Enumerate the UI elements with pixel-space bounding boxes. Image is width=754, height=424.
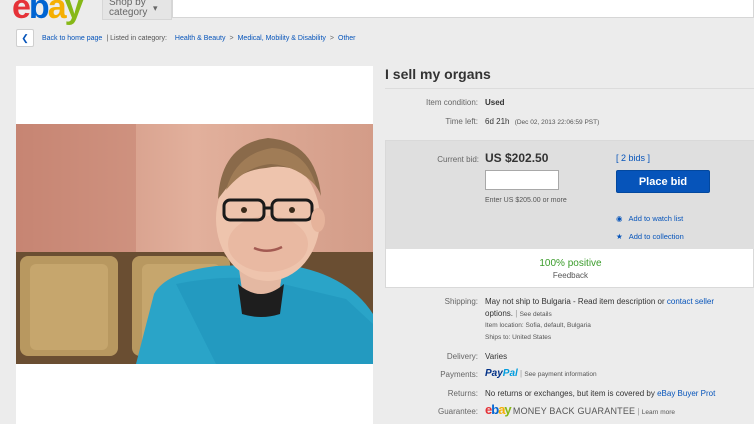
ebay-logo[interactable]: ebay [12,0,84,26]
returns-text: No returns or exchanges, but item is cov… [485,389,655,398]
feedback-label: Feedback [552,271,589,280]
paypal-logo-pay: Pay [485,368,503,379]
bid-box-top: Current bid: US $202.50 [ 2 bids ] Place… [386,141,754,249]
logo-letter-e: e [12,0,31,26]
breadcrumb-separator: > [329,34,334,42]
shipping-text: May not ship to Bulgaria - Read item des… [485,297,665,306]
returns-row: No returns or exchanges, but item is cov… [485,389,715,398]
logo-letter-b: b [28,0,50,26]
money-back-guarantee: MONEY BACK GUARANTEE [512,406,636,416]
see-details-link[interactable]: See details [520,311,552,318]
bid-amount-input[interactable] [485,170,559,190]
item-image-panel [16,66,373,424]
item-condition-label: Item condition: [425,98,478,107]
positive-feedback[interactable]: 100% positive [386,258,754,269]
contact-seller-link[interactable]: contact seller [667,297,714,306]
enter-amount-note: Enter US $205.00 or more [485,197,567,204]
breadcrumb-item-other[interactable]: Other [338,35,356,42]
add-to-collection-label: Add to collection [628,232,684,241]
time-left-date: (Dec 02, 2013 22:06:59 PST) [514,119,600,126]
logo-letter-y: y [64,0,84,26]
shipping-label: Shipping: [444,297,478,306]
paypal-logo: PayPal [485,368,518,379]
shop-by-category-button[interactable]: Shop by category ▾ [102,0,172,20]
current-bid-value: US $202.50 [485,151,549,165]
breadcrumb-item-health-beauty[interactable]: Health & Beauty [175,35,226,42]
returns-label: Returns: [447,389,478,398]
guarantee-row: ebay MONEY BACK GUARANTEE | Learn more [485,402,676,417]
guarantee-label: Guarantee: [437,407,478,416]
paypal-logo-pal: Pal [502,368,518,379]
item-title: I sell my organs [385,66,491,82]
logo-letter-a: a [47,0,67,26]
mini-logo-y: y [504,402,511,417]
buyer-protection-link[interactable]: eBay Buyer Prot [657,389,715,398]
learn-more-link[interactable]: Learn more [642,409,675,416]
shop-by-category-label: Shop by category [109,0,148,18]
ships-to: Ships to: United States [485,334,552,341]
add-to-watch-list-link[interactable]: ◉ Add to watch list [616,214,683,223]
divider [385,88,754,89]
payments-label: Payments: [440,370,478,379]
search-input[interactable] [172,0,754,18]
delivery-value: Varies [485,352,508,361]
listed-in-label: | Listed in category: [106,34,167,42]
item-condition-value: Used [485,98,505,107]
delivery-label: Delivery: [446,352,478,361]
chevron-down-icon: ▾ [153,3,158,13]
payments-row: PayPal | See payment information [485,368,597,379]
item-photo-illustration [16,124,373,364]
bids-count-link[interactable]: [ 2 bids ] [616,153,650,163]
back-to-home-link[interactable]: Back to home page [42,35,102,42]
add-to-collection-link[interactable]: ★ Add to collection [616,232,684,241]
star-icon: ★ [616,232,623,241]
bid-box: Current bid: US $202.50 [ 2 bids ] Place… [385,140,754,288]
ebay-mini-logo: ebay [485,402,512,417]
add-to-watch-list-label: Add to watch list [628,214,684,223]
shipping-text-row: May not ship to Bulgaria - Read item des… [485,297,714,306]
eye-icon: ◉ [616,214,623,223]
time-left-duration: 6d 21h [485,117,510,126]
item-photo[interactable] [16,124,373,364]
chevron-left-icon: ❮ [21,32,29,43]
place-bid-button[interactable]: Place bid [616,170,710,193]
site-header: ebay Shop by category ▾ [0,0,754,24]
item-location: Item location: Sofia, default, Bulgaria [485,322,591,329]
time-left-value: 6d 21h (Dec 02, 2013 22:06:59 PST) [485,117,599,126]
time-left-label: Time left: [445,117,478,126]
back-arrow-button[interactable]: ❮ [16,29,34,47]
breadcrumb: ❮ Back to home page | Listed in category… [16,28,356,48]
options-text: options. [485,309,514,318]
breadcrumb-separator: > [229,34,234,42]
current-bid-label: Current bid: [437,155,479,164]
shipping-options-row: options. | See details [485,309,552,318]
breadcrumb-item-medical[interactable]: Medical, Mobility & Disability [238,35,326,42]
payment-info-link[interactable]: See payment information [524,371,596,378]
